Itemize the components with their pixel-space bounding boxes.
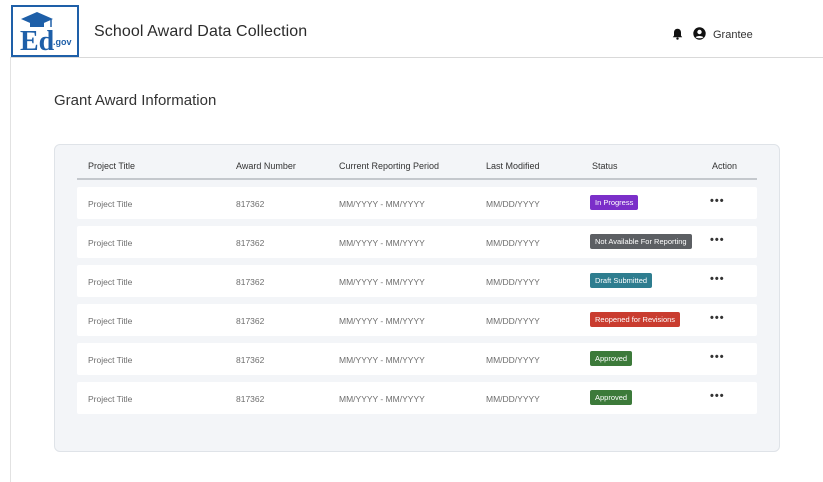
svg-text:Ed: Ed	[20, 26, 55, 55]
logo-gov-text: .gov	[53, 37, 72, 47]
column-header-project-title: Project Title	[88, 161, 136, 171]
status-badge: In Progress	[590, 195, 639, 210]
column-header-last-modified: Last Modified	[486, 161, 540, 171]
ed-gov-logo[interactable]: Ed .gov	[11, 5, 79, 57]
action-menu-icon[interactable]: •••	[710, 351, 725, 363]
column-header-reporting-period: Current Reporting Period	[339, 161, 440, 171]
action-menu-icon[interactable]: •••	[710, 273, 725, 285]
reporting-period-cell: MM/YYYY - MM/YYYY	[339, 316, 425, 326]
status-badge: Approved	[590, 390, 633, 405]
reporting-period-cell: MM/YYYY - MM/YYYY	[339, 238, 425, 248]
table-row: Project Title 817362 MM/YYYY - MM/YYYY M…	[77, 226, 757, 258]
user-circle-icon[interactable]	[693, 27, 706, 40]
table-header: Project Title Award Number Current Repor…	[77, 156, 757, 180]
reporting-period-cell: MM/YYYY - MM/YYYY	[339, 394, 425, 404]
last-modified-cell: MM/DD/YYYY	[486, 277, 540, 287]
last-modified-cell: MM/DD/YYYY	[486, 394, 540, 404]
reporting-period-cell: MM/YYYY - MM/YYYY	[339, 355, 425, 365]
last-modified-cell: MM/DD/YYYY	[486, 238, 540, 248]
project-title-cell[interactable]: Project Title	[88, 277, 132, 287]
column-header-action: Action	[712, 161, 738, 171]
table-row: Project Title 817362 MM/YYYY - MM/YYYY M…	[77, 343, 757, 375]
table-row: Project Title 817362 MM/YYYY - MM/YYYY M…	[77, 187, 757, 219]
action-menu-icon[interactable]: •••	[710, 234, 725, 246]
reporting-period-cell: MM/YYYY - MM/YYYY	[339, 199, 425, 209]
project-title-cell[interactable]: Project Title	[88, 316, 132, 326]
table-row: Project Title 817362 MM/YYYY - MM/YYYY M…	[77, 265, 757, 297]
award-number-cell: 817362	[236, 355, 265, 365]
last-modified-cell: MM/DD/YYYY	[486, 316, 540, 326]
last-modified-cell: MM/DD/YYYY	[486, 199, 540, 209]
status-badge: Draft Submitted	[590, 273, 653, 288]
column-header-award-number: Award Number	[236, 161, 296, 171]
project-title-cell[interactable]: Project Title	[88, 199, 132, 209]
last-modified-cell: MM/DD/YYYY	[486, 355, 540, 365]
project-title-cell[interactable]: Project Title	[88, 355, 132, 365]
award-number-cell: 817362	[236, 394, 265, 404]
page-title: Grant Award Information	[54, 92, 217, 109]
reporting-period-cell: MM/YYYY - MM/YYYY	[339, 277, 425, 287]
graduation-cap-icon: Ed	[20, 12, 55, 55]
award-number-cell: 817362	[236, 199, 265, 209]
action-menu-icon[interactable]: •••	[710, 390, 725, 402]
status-badge: Reopened for Revisions	[590, 312, 681, 327]
status-badge: Approved	[590, 351, 633, 366]
table-row: Project Title 817362 MM/YYYY - MM/YYYY M…	[77, 382, 757, 414]
award-number-cell: 817362	[236, 238, 265, 248]
project-title-cell[interactable]: Project Title	[88, 394, 132, 404]
action-menu-icon[interactable]: •••	[710, 195, 725, 207]
bell-icon[interactable]	[672, 28, 683, 40]
award-number-cell: 817362	[236, 277, 265, 287]
status-badge: Not Available For Reporting	[590, 234, 692, 249]
user-menu-label[interactable]: Grantee	[713, 29, 753, 41]
action-menu-icon[interactable]: •••	[710, 312, 725, 324]
project-title-cell[interactable]: Project Title	[88, 238, 132, 248]
table-row: Project Title 817362 MM/YYYY - MM/YYYY M…	[77, 304, 757, 336]
award-number-cell: 817362	[236, 316, 265, 326]
column-header-status: Status	[592, 161, 618, 171]
app-title: School Award Data Collection	[94, 23, 308, 40]
